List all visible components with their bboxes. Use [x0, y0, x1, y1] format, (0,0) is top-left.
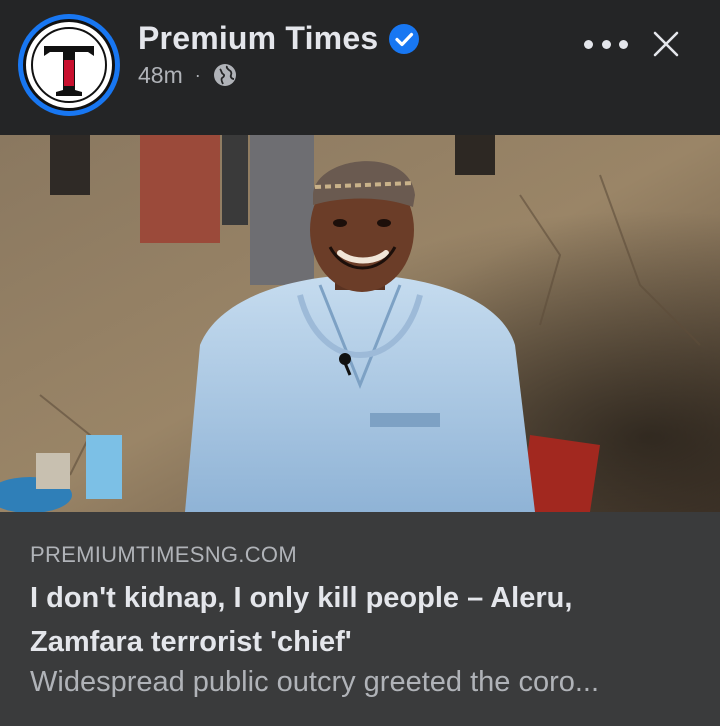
link-preview[interactable]: PREMIUMTIMESNG.COM I don't kidnap, I onl… — [0, 512, 720, 726]
close-icon[interactable] — [652, 30, 680, 58]
link-description: Widespread public outcry greeted the cor… — [30, 666, 600, 698]
meta-separator: · — [194, 64, 201, 85]
page-name[interactable]: Premium Times — [138, 20, 378, 57]
photo-illustration — [0, 135, 720, 512]
post-timestamp[interactable]: 48m — [138, 62, 183, 89]
post-photo[interactable] — [0, 135, 720, 512]
verified-badge-icon — [389, 24, 419, 54]
globe-icon[interactable] — [213, 63, 237, 87]
page-avatar[interactable] — [18, 14, 120, 116]
link-title[interactable]: I don't kidnap, I only kill people – Ale… — [30, 576, 670, 664]
facebook-post: Premium Times 48m · PREMIUMTIMESNG.COM I… — [0, 0, 720, 726]
more-options-icon — [584, 39, 593, 49]
post-meta: 48m · — [138, 60, 237, 90]
premium-times-logo-icon — [23, 19, 115, 111]
link-domain: PREMIUMTIMESNG.COM — [30, 542, 297, 567]
post-header: Premium Times 48m · — [0, 0, 720, 135]
more-options-button[interactable] — [584, 28, 628, 60]
